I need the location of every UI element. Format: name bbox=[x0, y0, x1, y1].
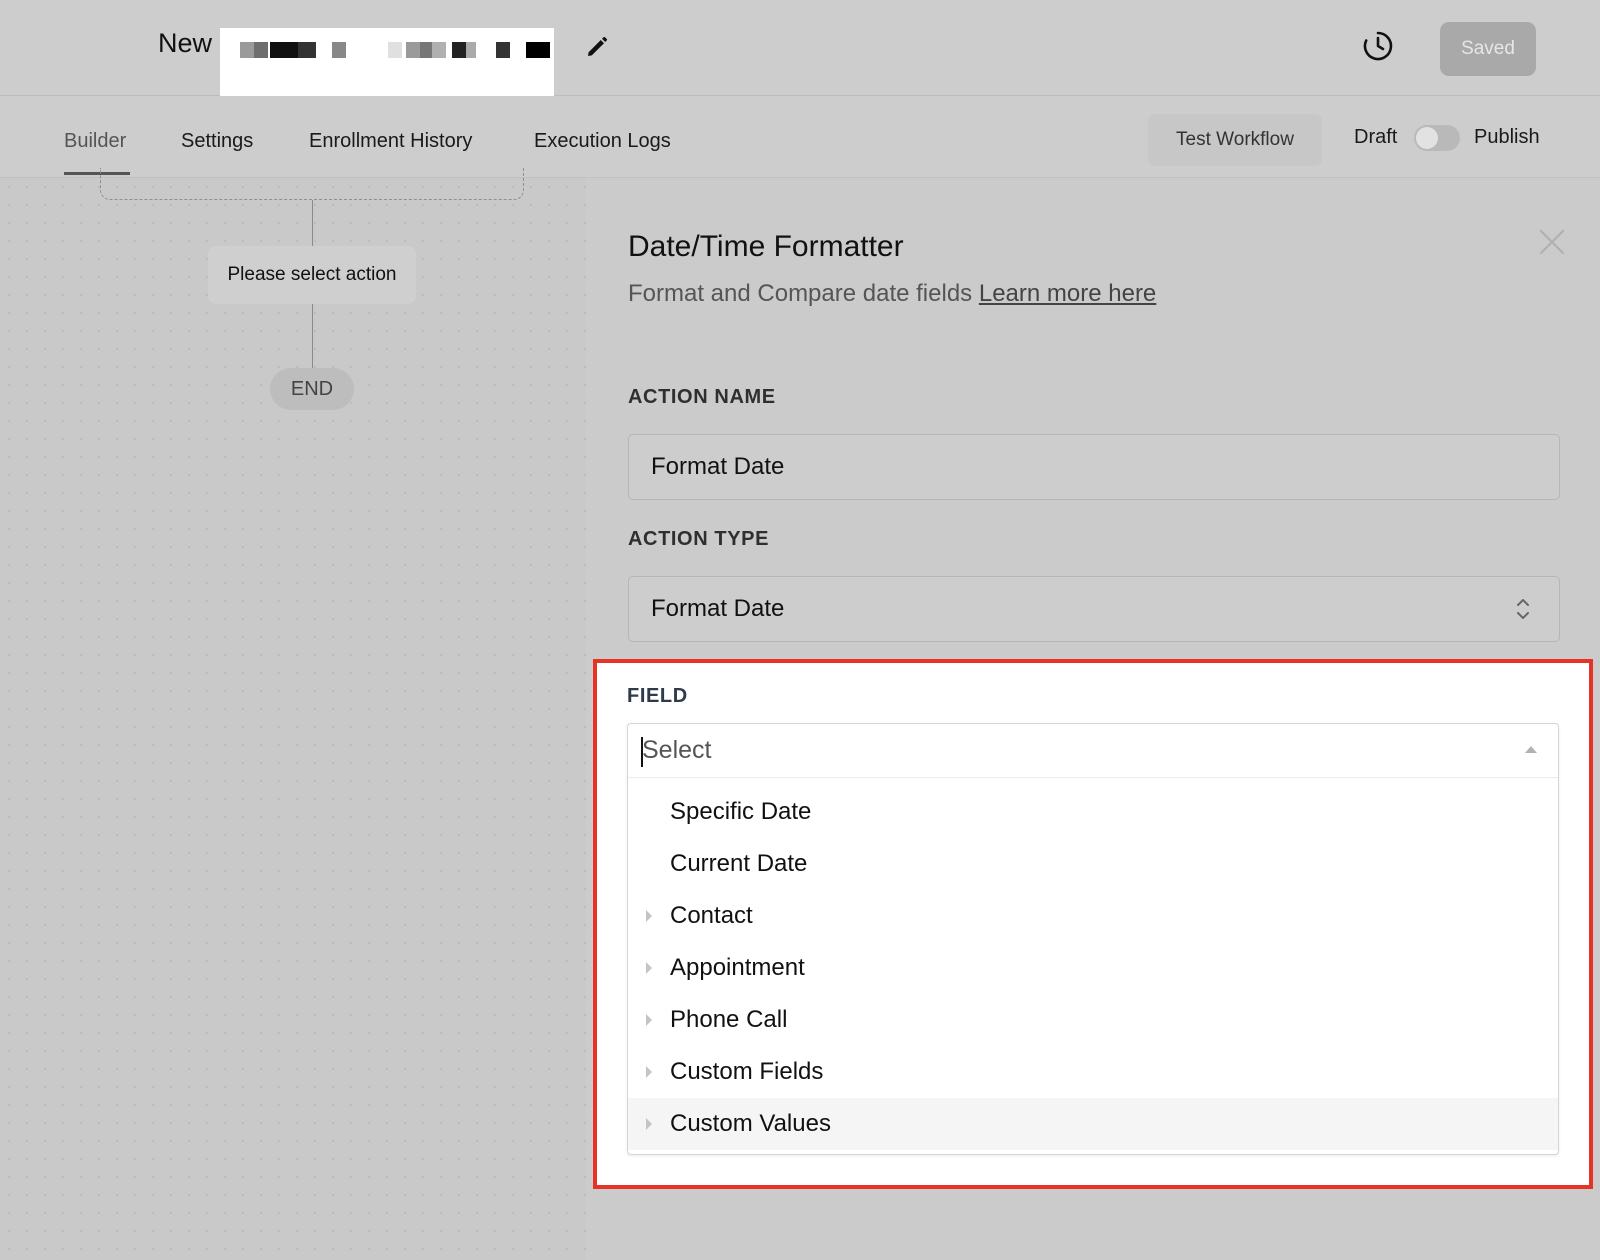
expand-arrow-icon bbox=[646, 1014, 652, 1026]
action-name-label: ACTION NAME bbox=[628, 386, 776, 408]
description-text: Format and Compare date fields bbox=[628, 280, 973, 307]
option-custom-fields[interactable]: Custom Fields bbox=[628, 1046, 1558, 1098]
workflow-canvas[interactable]: Please select action END bbox=[0, 168, 586, 1260]
connector-line bbox=[312, 304, 313, 368]
option-custom-values[interactable]: Custom Values bbox=[628, 1098, 1558, 1150]
tab-builder[interactable]: Builder bbox=[64, 130, 126, 153]
end-label: END bbox=[290, 377, 334, 400]
option-specific-date[interactable]: Specific Date bbox=[628, 786, 1558, 838]
option-appointment[interactable]: Appointment bbox=[628, 942, 1558, 994]
workflow-name-prefix: New bbox=[158, 28, 213, 58]
tab-settings[interactable]: Settings bbox=[181, 130, 253, 153]
field-dropdown-highlight: FIELD Select Specific Date Current Date … bbox=[593, 659, 1593, 1189]
expand-arrow-icon bbox=[646, 962, 652, 974]
action-name-value: Format Date bbox=[651, 453, 785, 480]
option-label: Current Date bbox=[670, 850, 808, 877]
toggle-knob bbox=[1416, 127, 1438, 149]
tab-enrollment-history[interactable]: Enrollment History bbox=[309, 130, 472, 153]
panel-description: Format and Compare date fields Learn mor… bbox=[628, 280, 1156, 308]
test-workflow-button[interactable]: Test Workflow bbox=[1148, 114, 1322, 166]
close-icon[interactable] bbox=[1536, 226, 1568, 258]
action-type-value: Format Date bbox=[651, 595, 785, 622]
connector-line bbox=[312, 200, 313, 246]
field-search-input[interactable]: Select bbox=[628, 724, 1558, 778]
option-phone-call[interactable]: Phone Call bbox=[628, 994, 1558, 1046]
option-label: Custom Values bbox=[670, 1110, 831, 1137]
field-select-dropdown[interactable]: Select Specific Date Current Date Contac… bbox=[627, 723, 1559, 1155]
learn-more-link[interactable]: Learn more here bbox=[979, 280, 1156, 307]
select-action-node[interactable]: Please select action bbox=[208, 246, 416, 304]
option-label: Phone Call bbox=[670, 1006, 788, 1033]
option-label: Custom Fields bbox=[670, 1058, 824, 1085]
tab-bar: Builder Settings Enrollment History Exec… bbox=[0, 96, 1600, 178]
draft-label: Draft bbox=[1354, 126, 1398, 148]
option-contact[interactable]: Contact bbox=[628, 890, 1558, 942]
caret-up-icon[interactable] bbox=[1525, 746, 1537, 753]
select-action-label: Please select action bbox=[227, 264, 397, 285]
action-type-select[interactable]: Format Date bbox=[628, 576, 1560, 642]
action-type-label: ACTION TYPE bbox=[628, 528, 770, 550]
previous-node-outline bbox=[100, 168, 524, 200]
action-name-input[interactable]: Format Date bbox=[628, 434, 1560, 500]
saved-button[interactable]: Saved bbox=[1440, 22, 1536, 76]
option-label: Contact bbox=[670, 902, 753, 929]
end-node: END bbox=[270, 368, 354, 410]
tab-execution-logs[interactable]: Execution Logs bbox=[534, 130, 671, 153]
option-current-date[interactable]: Current Date bbox=[628, 838, 1558, 890]
field-label: FIELD bbox=[627, 685, 688, 707]
field-placeholder: Select bbox=[642, 736, 712, 764]
workflow-name-redacted[interactable] bbox=[220, 28, 554, 96]
up-down-chevron-icon bbox=[1515, 595, 1531, 630]
publish-toggle[interactable] bbox=[1414, 125, 1460, 151]
expand-arrow-icon bbox=[646, 910, 652, 922]
expand-arrow-icon bbox=[646, 1118, 652, 1130]
top-header: New Saved bbox=[0, 0, 1600, 96]
expand-arrow-icon bbox=[646, 1066, 652, 1078]
option-label: Specific Date bbox=[670, 798, 812, 825]
panel-title: Date/Time Formatter bbox=[628, 230, 904, 263]
version-history-icon[interactable] bbox=[1360, 28, 1396, 64]
option-label: Appointment bbox=[670, 954, 805, 981]
edit-pencil-icon[interactable] bbox=[582, 32, 612, 62]
publish-label: Publish bbox=[1474, 126, 1540, 148]
